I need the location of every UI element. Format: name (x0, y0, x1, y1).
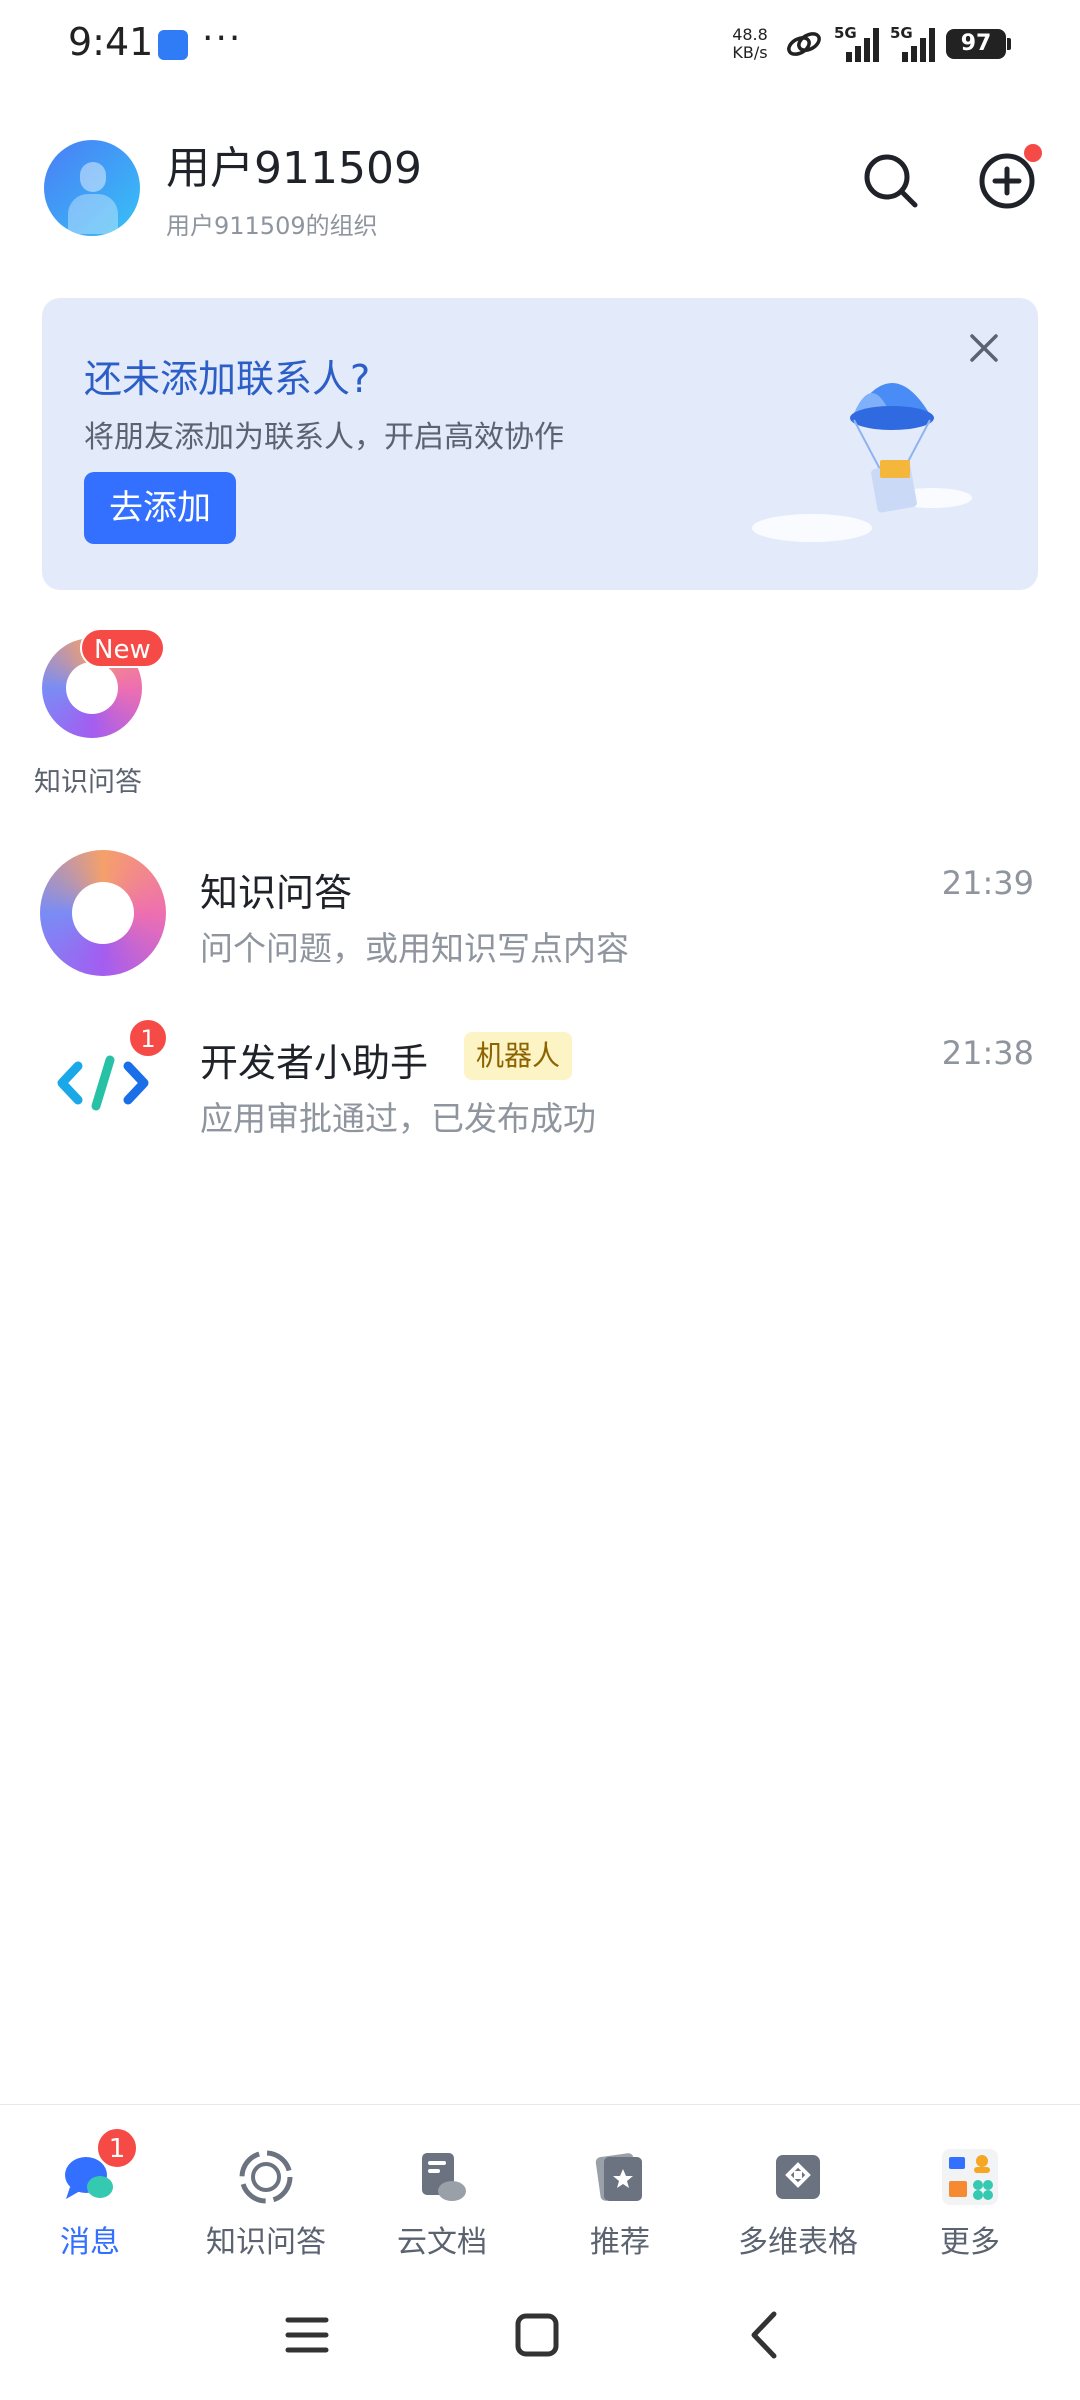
banner-title: 还未添加联系人? (84, 357, 371, 401)
tab-messages[interactable]: 1 消息 (0, 2105, 180, 2275)
quick-access-knowledge-qa[interactable]: New 知识问答 (34, 628, 165, 798)
tab-label: 推荐 (590, 2225, 650, 2260)
unread-badge: 1 (128, 1018, 168, 1058)
org-name[interactable]: 用户911509的组织 (166, 206, 378, 241)
knowledge-qa-avatar (40, 850, 166, 976)
bot-tag: 机器人 (464, 1032, 573, 1080)
tab-recommend[interactable]: 推荐 (530, 2105, 710, 2275)
tab-cloud-docs[interactable]: 云文档 (352, 2105, 532, 2275)
chat-time: 21:38 (941, 1034, 1034, 1072)
avatar[interactable] (44, 140, 140, 236)
apps-grid-icon (942, 2149, 998, 2205)
add-contact-button[interactable]: 去添加 (84, 472, 236, 544)
network-speed: 48.8 KB/s (726, 26, 774, 62)
new-badge: New (80, 628, 165, 668)
swirl-icon (239, 2150, 293, 2204)
cloud-doc-icon (422, 2153, 466, 2201)
chat-preview: 问个问题，或用知识写点内容 (200, 929, 629, 968)
network-type-2: 5G (890, 24, 913, 42)
system-navigation-bar (0, 2274, 1080, 2400)
signal-icon-1: 5G (834, 24, 880, 64)
home-icon[interactable] (502, 2300, 572, 2370)
tab-label: 更多 (940, 2225, 1000, 2260)
parachute-illustration (752, 383, 972, 542)
battery-indicator: 97 (946, 29, 1011, 59)
user-name[interactable]: 用户911509 (166, 132, 422, 196)
chat-time: 21:39 (941, 864, 1034, 902)
banner-subtitle: 将朋友添加为联系人，开启高效协作 (84, 420, 564, 455)
menu-icon[interactable] (272, 2300, 342, 2370)
tab-knowledge-qa[interactable]: 知识问答 (176, 2105, 356, 2275)
header: 用户911509 用户911509的组织 (0, 128, 1080, 248)
chat-item-knowledge-qa[interactable]: 知识问答 问个问题，或用知识写点内容 21:39 (0, 830, 1080, 980)
quick-access-label: 知识问答 (34, 767, 142, 798)
tab-label: 知识问答 (206, 2225, 326, 2260)
network-type-1: 5G (834, 24, 857, 42)
network-speed-value: 48.8 (732, 25, 768, 44)
chat-title: 知识问答 (200, 871, 353, 915)
hotspot-link-icon (787, 32, 821, 56)
network-speed-unit: KB/s (732, 43, 768, 62)
back-icon[interactable] (730, 2300, 800, 2370)
status-time: 9:41 (68, 20, 154, 64)
multidimensional-table-icon (776, 2155, 820, 2199)
chat-title: 开发者小助手 (200, 1041, 429, 1085)
more-notifications-icon: ··· (202, 18, 243, 59)
tab-label: 云文档 (397, 2225, 487, 2260)
search-icon[interactable] (858, 148, 924, 214)
add-notification-dot (1024, 144, 1042, 162)
tab-bitable[interactable]: 多维表格 (708, 2105, 888, 2275)
signal-icon-2: 5G (890, 24, 936, 64)
tab-badge: 1 (96, 2127, 138, 2169)
star-card-icon (595, 2153, 642, 2201)
tab-label: 多维表格 (738, 2225, 858, 2260)
tab-label: 消息 (60, 2225, 120, 2260)
status-bar: 9:41 ··· 48.8 KB/s 5G 5G 97 (0, 0, 1080, 90)
chat-preview: 应用审批通过，已发布成功 (200, 1099, 596, 1138)
tab-more[interactable]: 更多 (880, 2105, 1060, 2275)
add-contacts-banner: 还未添加联系人? 将朋友添加为联系人，开启高效协作 去添加 (42, 298, 1038, 590)
app-notification-icon (158, 30, 188, 60)
chat-item-developer-assistant[interactable]: 1 开发者小助手 机器人 应用审批通过，已发布成功 21:38 (0, 1000, 1080, 1150)
bottom-tab-bar: 1 消息 知识问答 云文档 推荐 多维表格 更多 (0, 2104, 1080, 2274)
